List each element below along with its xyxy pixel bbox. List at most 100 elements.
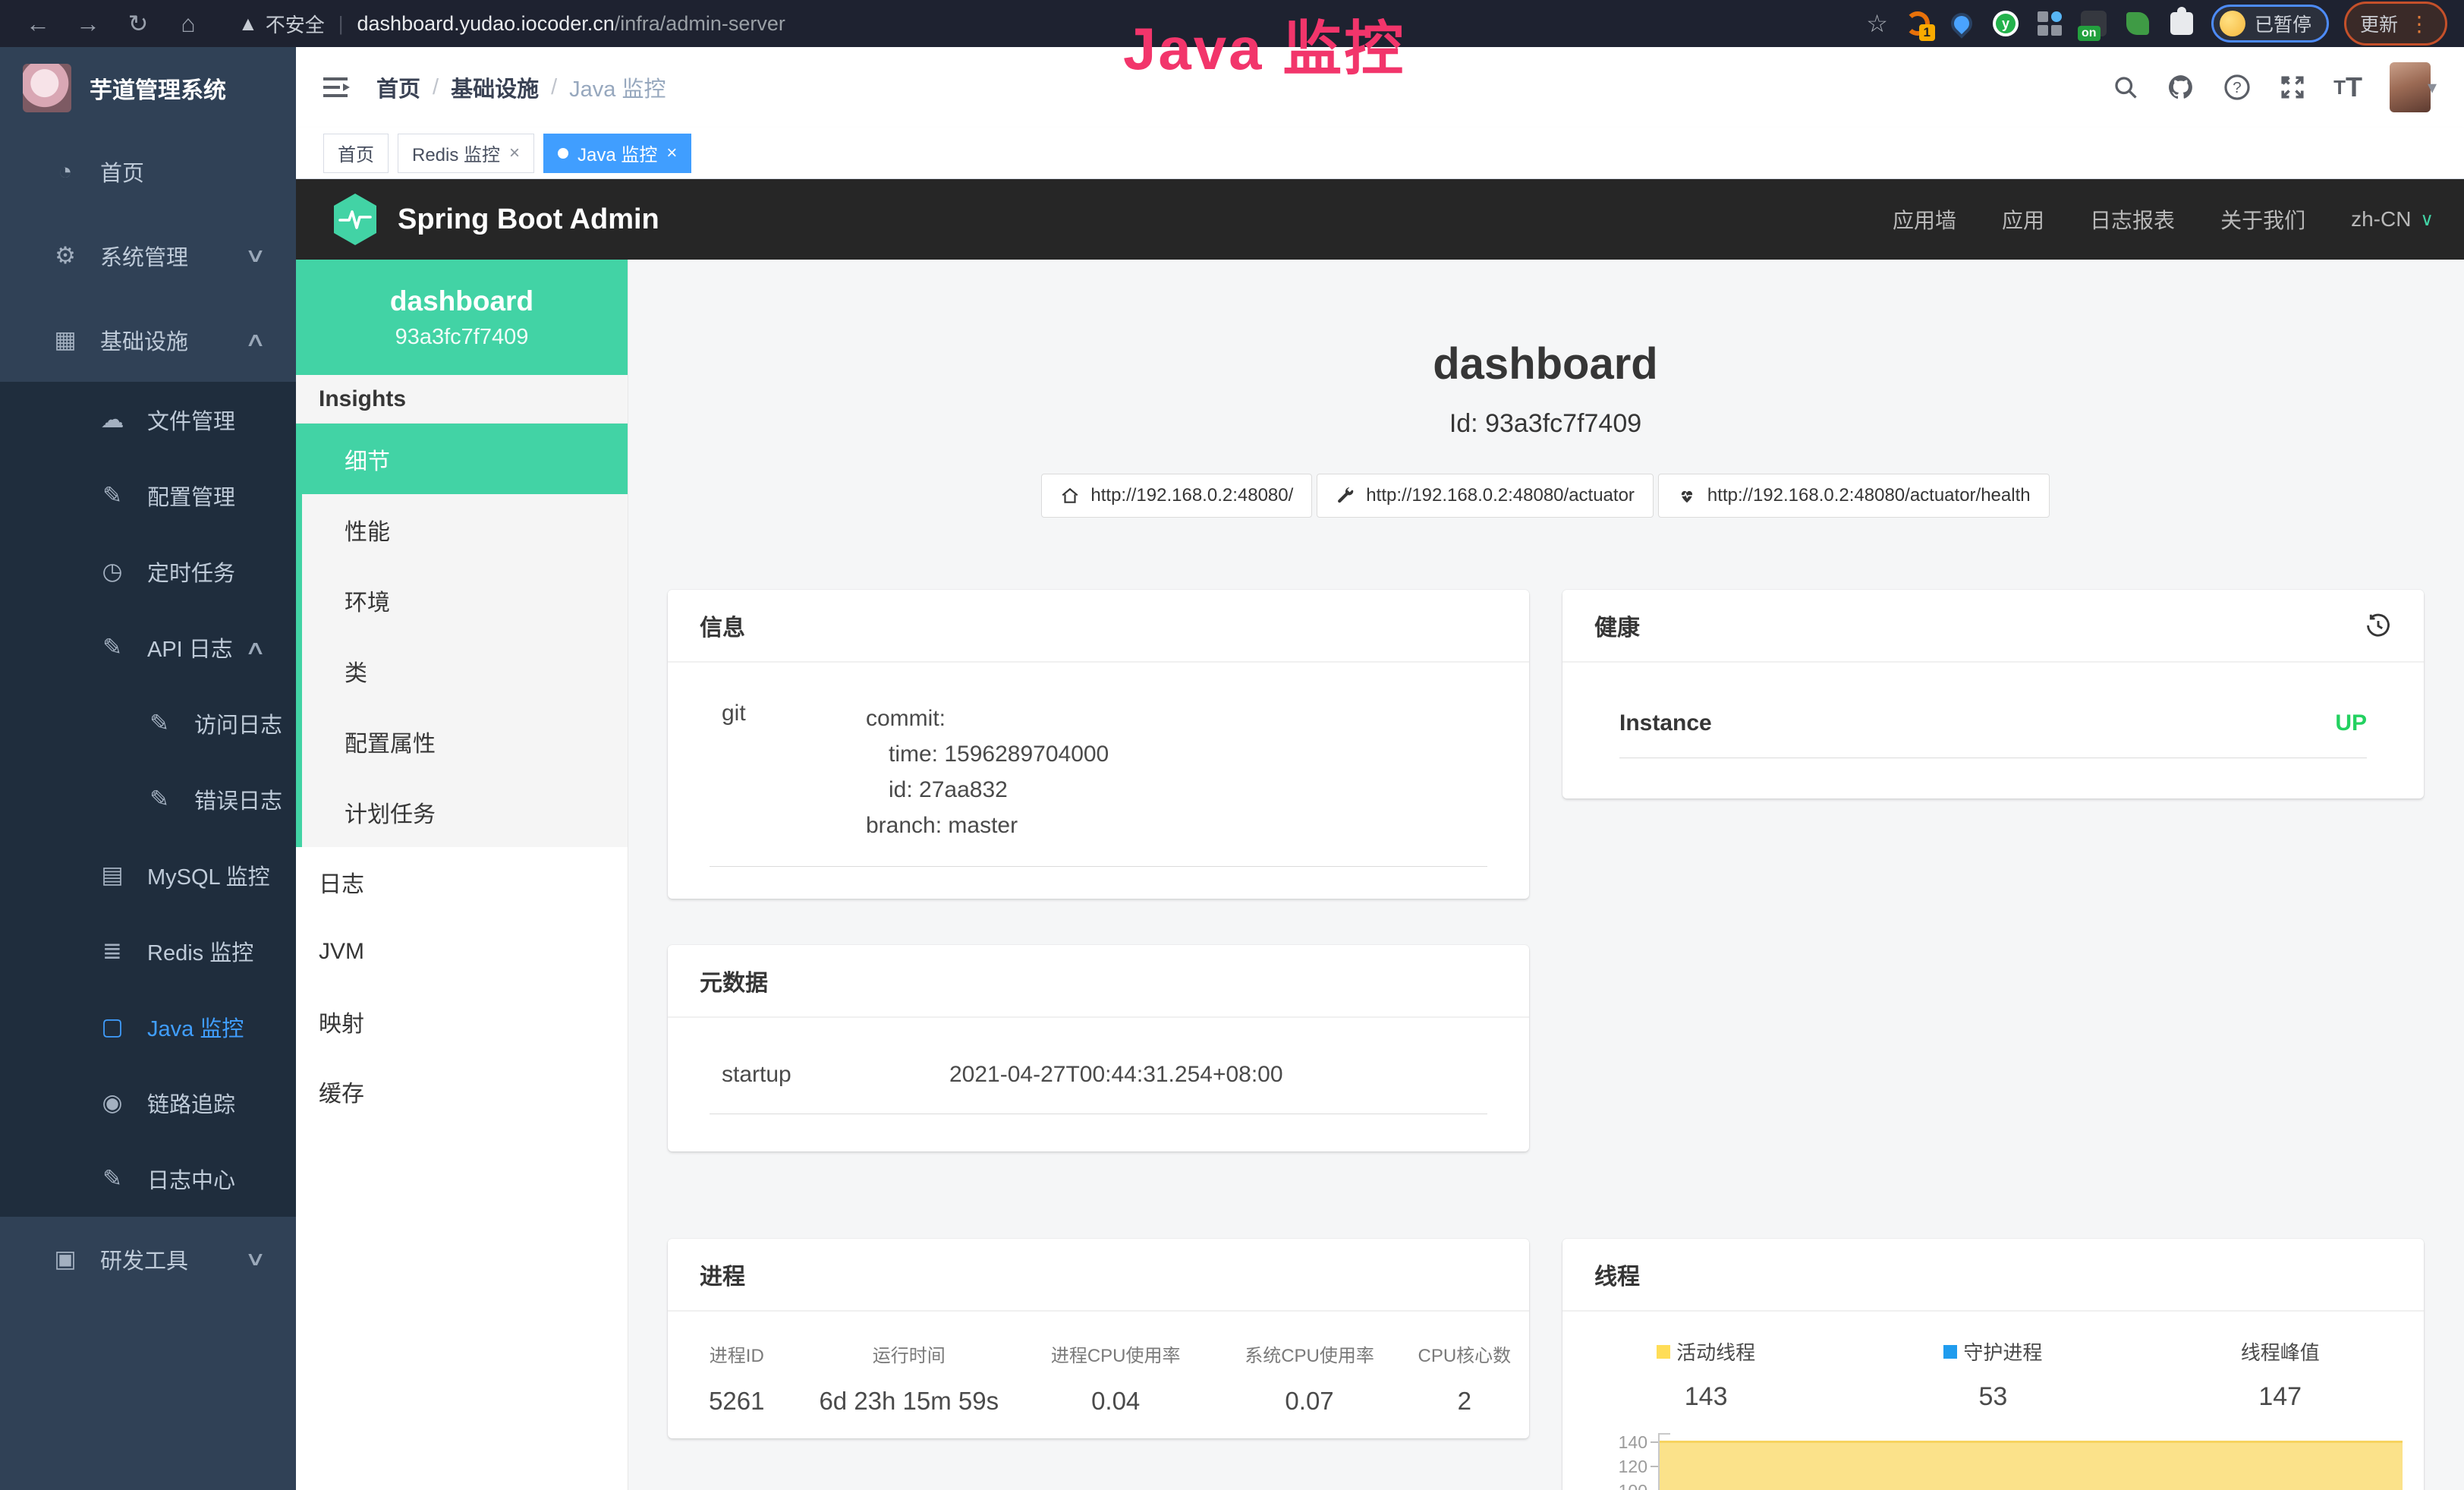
tag-2[interactable]: Redis 监控× [398,134,534,173]
heartbeat-icon [1677,486,1697,506]
cards-left-column: 信息 git commit:time: 1596289704000id: 27a… [668,590,1529,1438]
extension-puzzle-icon[interactable] [2167,9,2196,38]
tag-close-icon[interactable]: × [666,143,677,164]
extension-y-icon[interactable]: y [1991,9,2020,38]
extension-leaf-icon[interactable] [2123,9,2152,38]
hamburger-icon[interactable] [323,75,352,99]
url-text: dashboard.yudao.iocoder.cn/infra/admin-s… [357,12,785,36]
instance-header[interactable]: dashboard 93a3fc7f7409 [296,260,628,375]
extension-switch-icon[interactable]: on [2079,9,2108,38]
instance-sidebar: dashboard 93a3fc7f7409 Insights 细节性能环境类配… [296,260,628,1490]
app-logo-link[interactable]: 芋道管理系统 [0,47,296,129]
sidebar-item-10[interactable]: ▤MySQL 监控 [0,837,296,913]
spring-boot-admin: Spring Boot Admin 应用墙 应用 日志报表 关于我们 zh-CN∨ da… [296,179,2464,1490]
instance-nav-item-3[interactable]: 环境 [302,565,628,635]
process-column-4: 系统CPU使用率0.07 [1219,1340,1399,1416]
threads-legend-label: 活动线程 [1657,1337,1755,1366]
breadcrumb: 首页/基础设施/Java 监控 [376,71,666,103]
tag-3[interactable]: Java 监控 × [543,134,691,173]
process-column-value: 0.04 [1012,1387,1219,1416]
browser-forward-icon[interactable]: → [67,6,109,41]
update-button[interactable]: 更新 ⋮ [2344,2,2447,46]
address-bar[interactable]: ▲ 不安全 | dashboard.yudao.iocoder.cn/infra… [223,6,1858,41]
sidebar-item-label: Redis 监控 [147,935,253,967]
sba-locale-select[interactable]: zh-CN∨ [2351,207,2434,232]
font-size-icon[interactable]: TT [2333,71,2362,103]
sidebar-item-8[interactable]: ✎访问日志 [0,685,296,761]
security-chip[interactable]: ▲ 不安全 [238,10,325,38]
browser-back-icon[interactable]: ← [17,6,59,41]
instance-nav-root-item-3[interactable]: 映射 [296,987,628,1057]
user-avatar[interactable] [2390,62,2431,112]
tags-view-bar: 首页Redis 监控× Java 监控 × [296,128,2464,179]
sba-nav-link-2[interactable]: 应用 [2002,204,2044,235]
sidebar-item-4[interactable]: ☁文件管理 [0,382,296,458]
sba-brand[interactable]: Spring Boot Admin [331,192,659,247]
redis-icon: ≣ [96,937,129,965]
instance-url-button-1[interactable]: http://192.168.0.2:48080/ [1041,474,1312,518]
sidebar-item-label: Java 监控 [147,1011,244,1043]
sidebar-item-9[interactable]: ✎错误日志 [0,761,296,837]
breadcrumb-item-2[interactable]: 基础设施 [451,71,539,103]
sidebar-item-1[interactable]: ◔首页 [0,129,296,213]
sba-nav-link-3[interactable]: 日志报表 [2090,204,2175,235]
instance-nav-item-1[interactable]: 细节 [302,424,628,494]
extension-grid-icon[interactable] [2035,9,2064,38]
log-center-icon: ✎ [96,1165,129,1192]
instance-nav-root-item-4[interactable]: 缓存 [296,1057,628,1126]
sidebar-item-15[interactable]: ▣研发工具∨ [0,1217,296,1301]
sidebar-item-14[interactable]: ✎日志中心 [0,1141,296,1217]
tag-close-icon[interactable]: × [509,143,520,164]
java-monitor-icon: ▢ [96,1013,129,1041]
bookmark-star-icon[interactable]: ☆ [1866,9,1888,38]
instance-nav-root-item-1[interactable]: 日志 [296,847,628,917]
search-icon[interactable] [2112,74,2139,101]
help-icon[interactable]: ? [2223,73,2252,102]
browser-menu-icon[interactable]: ⋮ [2409,11,2431,36]
metadata-card: 元数据 startup 2021-04-27T00:44:31.254+08:0… [668,945,1529,1151]
sidebar-item-12[interactable]: ▢ Java 监控 [0,989,296,1065]
instance-url-label: http://192.168.0.2:48080/actuator/health [1707,485,2031,506]
tag-1[interactable]: 首页 [323,134,389,173]
sidebar-item-5[interactable]: ✎配置管理 [0,458,296,534]
github-icon[interactable] [2167,73,2195,102]
sidebar-item-6[interactable]: ◷定时任务 [0,534,296,610]
yaxis-tick-mark [1651,1441,1658,1443]
infrastructure-icon: ▦ [49,326,82,354]
metadata-row-label: startup [722,1062,949,1088]
extension-colorzilla-icon[interactable]: 1 [1903,9,1932,38]
browser-home-icon[interactable]: ⌂ [167,6,209,41]
threads-legend-text: 线程峰值 [2241,1337,2320,1366]
instance-nav-item-2[interactable]: 性能 [302,494,628,565]
config-edit-icon: ✎ [96,482,129,509]
health-history-icon[interactable] [2365,612,2392,639]
svg-text:?: ? [2233,79,2241,96]
instance-nav-item-4[interactable]: 类 [302,635,628,706]
sidebar-item-7[interactable]: ✎API 日志∧ [0,610,296,685]
instance-nav-item-5[interactable]: 配置属性 [302,706,628,777]
process-column-value: 6d 23h 15m 59s [806,1387,1012,1416]
sba-nav-link-1[interactable]: 应用墙 [1893,204,1956,235]
extension-pin-icon[interactable] [1947,9,1976,38]
sidebar-item-11[interactable]: ≣ Redis 监控 [0,913,296,989]
sidebar-item-3[interactable]: ▦基础设施∧ [0,298,296,382]
instance-nav-item-6[interactable]: 计划任务 [302,777,628,847]
instance-url-button-3[interactable]: http://192.168.0.2:48080/actuator/health [1658,474,2050,518]
instance-nav-root-item-2[interactable]: JVM [296,917,628,987]
browser-bar: ← → ↻ ⌂ ▲ 不安全 | dashboard.yudao.iocoder.… [0,0,2464,47]
page-title: dashboard [668,339,2423,389]
sidebar-item-2[interactable]: ⚙系统管理∨ [0,213,296,298]
process-column-value: 2 [1400,1387,1529,1416]
avatar-caret-icon[interactable]: ▾ [2428,77,2437,99]
instance-url-button-2[interactable]: http://192.168.0.2:48080/actuator [1317,474,1654,518]
fullscreen-icon[interactable] [2279,74,2306,101]
breadcrumb-item-1[interactable]: 首页 [376,71,420,103]
chevron-up-icon: ∧ [244,328,266,351]
cloud-upload-icon: ☁ [96,406,129,433]
sba-nav-link-4[interactable]: 关于我们 [2220,204,2305,235]
browser-reload-icon[interactable]: ↻ [117,6,159,41]
sidebar-item-13[interactable]: ◉链路追踪 [0,1065,296,1141]
paused-badge[interactable]: 已暂停 [2211,5,2329,43]
tag-label: Java 监控 [577,140,657,166]
topbar: 首页/基础设施/Java 监控 ? [296,47,2464,128]
